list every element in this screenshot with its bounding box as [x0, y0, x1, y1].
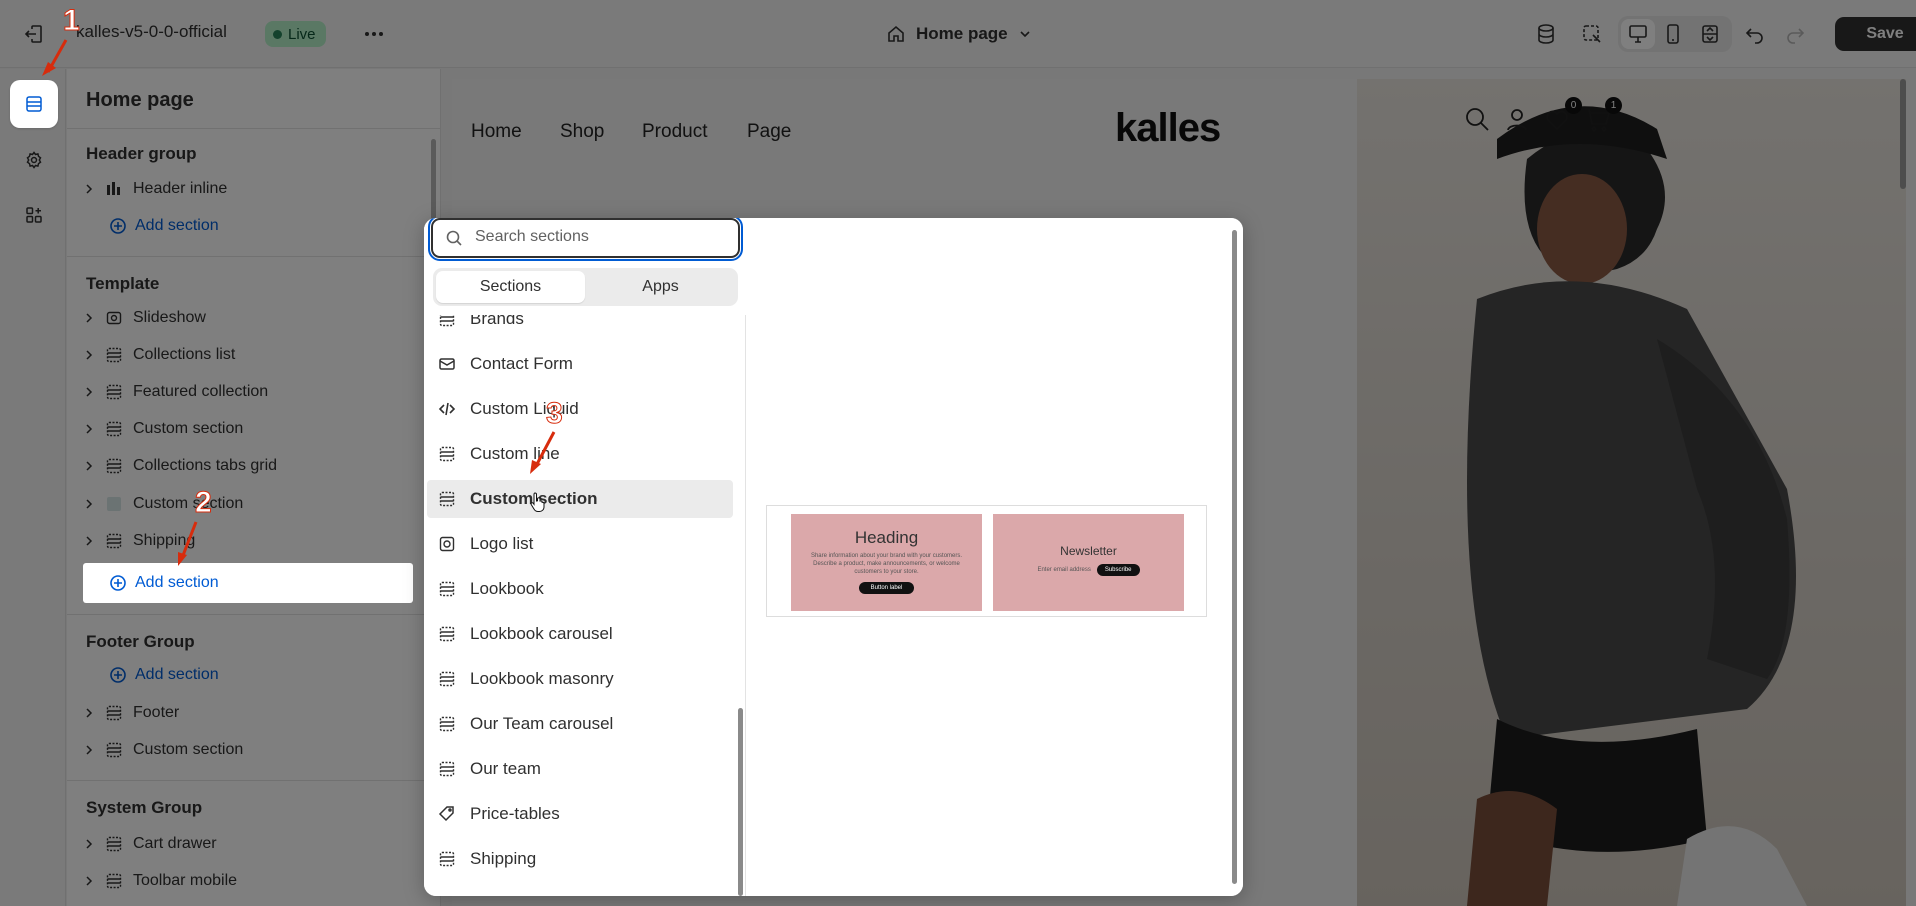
- section-list-panel: Brands Contact Form Custom Liquid Custom li…: [424, 218, 746, 896]
- section-option-label: Price-tables: [470, 804, 560, 823]
- section-icon: [438, 580, 456, 598]
- section-option-label: Our Team carousel: [470, 714, 614, 733]
- section-icon: [438, 445, 456, 463]
- section-option-label: Lookbook masonry: [470, 669, 614, 688]
- section-option-label: Contact Form: [470, 354, 573, 373]
- section-option[interactable]: Lookbook: [427, 570, 733, 608]
- section-option-label: Shipping: [470, 849, 537, 868]
- section-icon: [438, 850, 456, 868]
- search-sections-input[interactable]: [475, 228, 725, 246]
- search-sections-field[interactable]: [428, 218, 743, 261]
- mail-icon: [438, 355, 456, 373]
- preview-email-input: Enter email address: [1037, 567, 1091, 573]
- sections-icon: [24, 94, 44, 114]
- custom-section-preview: Heading Share information about your bra…: [766, 505, 1207, 617]
- section-icon: [438, 490, 456, 508]
- picker-tabs: Sections Apps: [433, 268, 738, 306]
- section-option[interactable]: Lookbook carousel: [427, 615, 733, 653]
- section-option-label: Brands: [470, 315, 524, 328]
- section-option-label: Lookbook carousel: [470, 624, 613, 643]
- preview-text: Share information about your brand with …: [810, 553, 963, 575]
- template-add-section-highlight[interactable]: Add section: [83, 563, 413, 603]
- hand-cursor-icon: [530, 492, 546, 512]
- preview-newsletter-heading: Newsletter: [1060, 544, 1117, 558]
- add-section-popover: Brands Contact Form Custom Liquid Custom li…: [424, 218, 1243, 896]
- section-option[interactable]: Our team: [427, 750, 733, 788]
- section-option[interactable]: Custom line: [427, 435, 733, 473]
- section-option[interactable]: Lookbook masonry: [427, 660, 733, 698]
- section-icon: [438, 670, 456, 688]
- section-option[interactable]: Brands: [427, 315, 733, 338]
- preview-card-heading: Heading Share information about your bra…: [791, 514, 982, 611]
- section-option-partial[interactable]: [427, 885, 733, 896]
- price-tag-icon: [438, 805, 456, 823]
- plus-circle-icon: [109, 574, 127, 592]
- tab-apps[interactable]: Apps: [586, 271, 735, 303]
- section-option[interactable]: Custom section: [427, 480, 733, 518]
- preview-newsletter-row: Enter email address Subscribe: [993, 564, 1184, 576]
- section-option-label: Our team: [470, 759, 541, 778]
- section-option-label: Logo list: [470, 534, 534, 553]
- step-marker-2: 2: [195, 486, 213, 520]
- search-icon: [445, 229, 463, 247]
- step-1-arrow-icon: [42, 39, 68, 76]
- section-icon: [438, 715, 456, 733]
- section-option-label: Lookbook: [470, 579, 544, 598]
- preview-button: Button label: [858, 582, 915, 594]
- add-section-button[interactable]: Add section: [109, 568, 219, 598]
- section-option[interactable]: Price-tables: [427, 795, 733, 833]
- section-icon: [438, 625, 456, 643]
- section-option[interactable]: Our Team carousel: [427, 705, 733, 743]
- tab-sections[interactable]: Sections: [436, 271, 585, 303]
- section-option[interactable]: Contact Form: [427, 345, 733, 383]
- section-icon: [438, 315, 456, 328]
- section-list: Brands Contact Form Custom Liquid Custom li…: [424, 315, 746, 896]
- add-section-label: Add section: [135, 574, 219, 591]
- preview-heading: Heading: [854, 528, 919, 547]
- preview-subscribe-button: Subscribe: [1096, 564, 1140, 576]
- code-icon: [438, 400, 456, 418]
- section-list-scrollbar[interactable]: [738, 708, 743, 896]
- sections-rail-button-highlight[interactable]: [10, 80, 58, 128]
- step-marker-3: 3: [546, 397, 564, 431]
- section-icon: [438, 895, 456, 896]
- step-3-arrow-icon: [530, 431, 556, 474]
- section-icon: [438, 760, 456, 778]
- step-marker-1: 1: [63, 4, 81, 38]
- step-2-arrow-icon: [178, 521, 198, 566]
- section-option[interactable]: Custom Liquid: [427, 390, 733, 428]
- preview-card-newsletter: Newsletter Enter email address Subscribe: [993, 514, 1184, 611]
- preview-panel-scrollbar[interactable]: [1232, 230, 1237, 884]
- section-option[interactable]: Logo list: [427, 525, 733, 563]
- section-option[interactable]: Shipping: [427, 840, 733, 878]
- logo-list-icon: [438, 535, 456, 553]
